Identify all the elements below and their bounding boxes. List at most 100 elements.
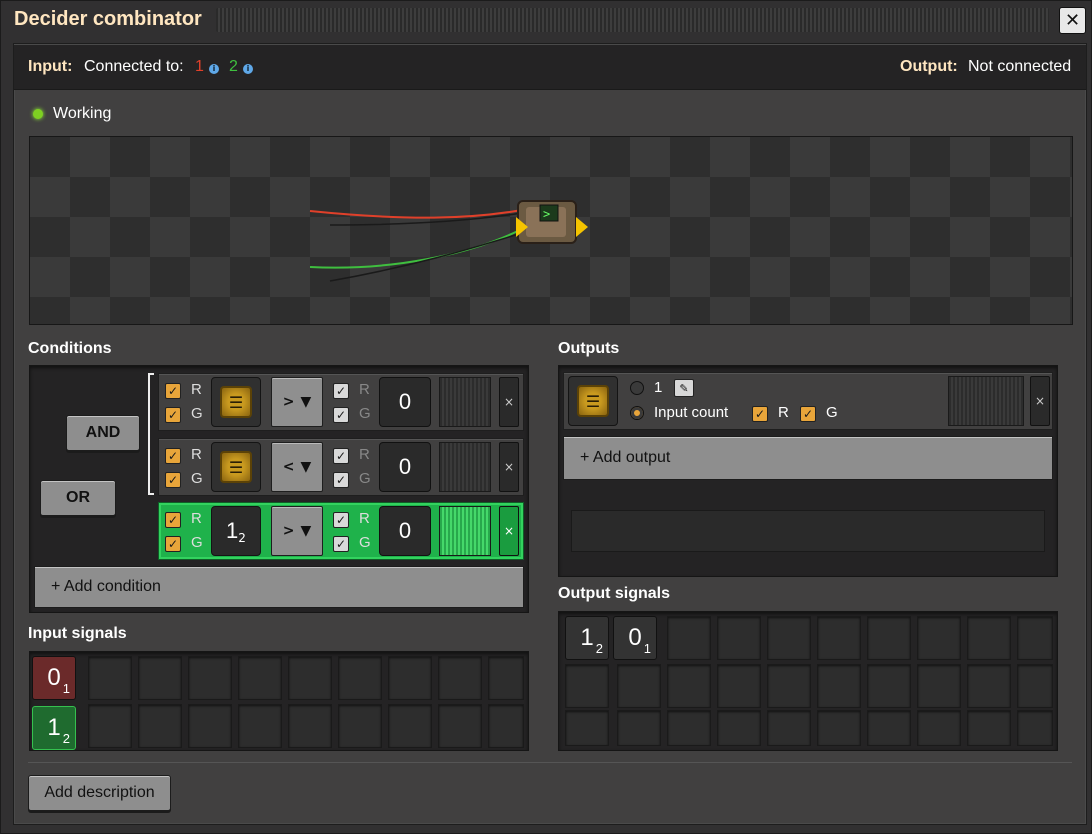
close-button[interactable]: ✕ bbox=[1059, 7, 1086, 34]
green-input-checkbox[interactable]: ✓ bbox=[165, 407, 181, 423]
green-network-id: 2 bbox=[229, 58, 238, 75]
red-input-checkbox[interactable]: ✓ bbox=[165, 448, 181, 464]
comparator-dropdown[interactable]: > ▼ bbox=[271, 506, 323, 556]
signal-value: 0 bbox=[628, 624, 642, 651]
status-led-icon bbox=[33, 109, 43, 119]
green-label: G bbox=[826, 404, 838, 421]
and-button[interactable]: AND bbox=[66, 415, 140, 451]
condition-row: ✓ R ✓ G ☰ > ▼ ✓ R ✓ G 0 × bbox=[158, 373, 524, 431]
outputs-title: Outputs bbox=[558, 340, 620, 357]
conditions-panel: AND OR ✓ R ✓ G ☰ > ▼ ✓ R ✓ G 0 × ✓ R ✓ G … bbox=[29, 365, 529, 613]
comparator-dropdown[interactable]: < ▼ bbox=[271, 442, 323, 492]
signal-slider[interactable] bbox=[439, 377, 491, 427]
red-label: R bbox=[359, 510, 370, 527]
status-text: Working bbox=[53, 105, 112, 122]
input-signals-title: Input signals bbox=[28, 625, 127, 642]
signal-slider[interactable] bbox=[439, 442, 491, 492]
empty-output-slot bbox=[571, 510, 1045, 552]
signal-value: 1 bbox=[580, 624, 594, 651]
first-signal-slot[interactable]: 12 bbox=[211, 506, 261, 556]
green-constant-checkbox[interactable]: ✓ bbox=[333, 472, 349, 488]
output-signal[interactable]: 01 bbox=[613, 616, 657, 660]
green-label: G bbox=[191, 405, 203, 422]
first-signal-slot[interactable]: ☰ bbox=[211, 442, 261, 492]
green-label: G bbox=[359, 534, 371, 551]
edit-icon[interactable]: ✎ bbox=[674, 379, 694, 397]
chip-icon: ☰ bbox=[577, 385, 609, 417]
signal-slider[interactable] bbox=[948, 376, 1024, 426]
red-label: R bbox=[191, 381, 202, 398]
output-signals-panel: 12 01 bbox=[558, 611, 1058, 751]
constant-value[interactable]: 0 bbox=[379, 442, 431, 492]
chevron-down-icon: ▼ bbox=[300, 523, 312, 539]
add-output-button[interactable]: + Add output bbox=[563, 436, 1053, 480]
input-count-radio[interactable] bbox=[630, 406, 644, 420]
input-signals-panel: 01 12 bbox=[29, 651, 529, 751]
green-label: G bbox=[359, 405, 371, 422]
comparator-dropdown[interactable]: > ▼ bbox=[271, 377, 323, 427]
red-network-id: 1 bbox=[195, 58, 204, 75]
constant-value[interactable]: 0 bbox=[379, 506, 431, 556]
signal-value: 0 bbox=[47, 664, 61, 691]
red-label: R bbox=[191, 446, 202, 463]
output-signal[interactable]: 12 bbox=[565, 616, 609, 660]
chevron-down-icon: ▼ bbox=[300, 394, 312, 410]
entity-preview: > bbox=[29, 136, 1073, 325]
green-input-checkbox[interactable]: ✓ bbox=[165, 472, 181, 488]
input-signal-red[interactable]: 01 bbox=[32, 656, 76, 700]
signal-subscript: 1 bbox=[62, 681, 70, 696]
red-label: R bbox=[778, 404, 789, 421]
signal-slider[interactable] bbox=[439, 506, 491, 556]
constant-radio[interactable] bbox=[630, 381, 644, 395]
chip-icon: ☰ bbox=[220, 386, 252, 418]
red-input-checkbox[interactable]: ✓ bbox=[165, 383, 181, 399]
title-bar[interactable]: Decider combinator ✕ bbox=[1, 1, 1092, 41]
condition-row-active: ✓ R ✓ G 12 > ▼ ✓ R ✓ G 0 × bbox=[158, 502, 524, 560]
red-output-checkbox[interactable]: ✓ bbox=[752, 406, 768, 422]
remove-output-button[interactable]: × bbox=[1030, 376, 1050, 426]
green-constant-checkbox[interactable]: ✓ bbox=[333, 536, 349, 552]
remove-condition-button[interactable]: × bbox=[499, 506, 519, 556]
output-signals-title: Output signals bbox=[558, 585, 670, 602]
remove-condition-button[interactable]: × bbox=[499, 442, 519, 492]
constant-value[interactable]: 0 bbox=[379, 377, 431, 427]
add-condition-button[interactable]: + Add condition bbox=[34, 566, 524, 608]
output-label: Output: bbox=[900, 58, 958, 75]
add-description-button[interactable]: Add description bbox=[28, 775, 171, 811]
red-constant-checkbox[interactable]: ✓ bbox=[333, 383, 349, 399]
green-output-checkbox[interactable]: ✓ bbox=[800, 406, 816, 422]
outputs-panel: ☰ 1 ✎ Input count ✓ R ✓ G × + Add output bbox=[558, 365, 1058, 577]
conditions-title: Conditions bbox=[28, 340, 112, 357]
red-input-checkbox[interactable]: ✓ bbox=[165, 512, 181, 528]
signal-number: 1 bbox=[226, 518, 239, 543]
green-constant-checkbox[interactable]: ✓ bbox=[333, 407, 349, 423]
input-signal-green[interactable]: 12 bbox=[32, 706, 76, 750]
window-title: Decider combinator bbox=[14, 8, 202, 30]
signal-value: 1 bbox=[47, 714, 61, 741]
red-constant-checkbox[interactable]: ✓ bbox=[333, 512, 349, 528]
comparator-value: > bbox=[282, 523, 295, 539]
first-signal-slot[interactable]: ☰ bbox=[211, 377, 261, 427]
green-input-checkbox[interactable]: ✓ bbox=[165, 536, 181, 552]
input-label: Input: bbox=[28, 58, 73, 75]
comparator-value: > bbox=[282, 394, 295, 410]
chevron-down-icon: ▼ bbox=[300, 459, 312, 475]
decider-combinator-window: Decider combinator ✕ Input: Connected to… bbox=[0, 0, 1092, 834]
constant-value: 1 bbox=[654, 379, 663, 396]
info-icon[interactable]: i bbox=[243, 64, 253, 74]
red-constant-checkbox[interactable]: ✓ bbox=[333, 448, 349, 464]
green-label: G bbox=[191, 470, 203, 487]
signal-subscript: 2 bbox=[62, 731, 70, 746]
and-bracket bbox=[148, 373, 154, 495]
remove-condition-button[interactable]: × bbox=[499, 377, 519, 427]
svg-text:>: > bbox=[543, 207, 550, 221]
output-signal-slot[interactable]: ☰ bbox=[568, 376, 618, 426]
info-icon[interactable]: i bbox=[209, 64, 219, 74]
signal-subscript: 2 bbox=[595, 641, 603, 656]
drag-handle[interactable] bbox=[216, 8, 1049, 32]
output-status: Not connected bbox=[968, 58, 1072, 75]
or-button[interactable]: OR bbox=[40, 480, 116, 516]
signal-subscript: 1 bbox=[643, 641, 651, 656]
input-count-label: Input count bbox=[654, 404, 729, 421]
connection-header: Input: Connected to: 1 i 2 i Output: Not… bbox=[14, 45, 1086, 90]
